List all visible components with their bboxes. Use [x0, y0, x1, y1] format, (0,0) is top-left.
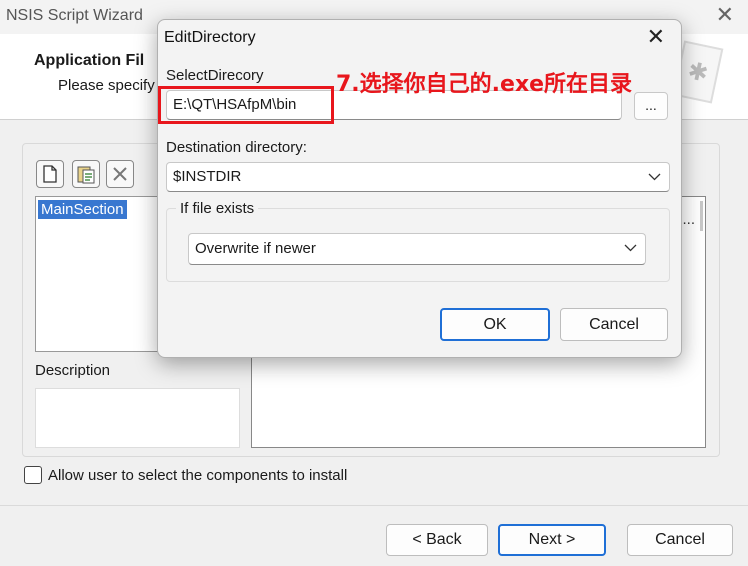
page-title: Application Fil — [34, 52, 145, 69]
chevron-down-icon[interactable] — [624, 234, 637, 252]
if-file-exists-label: If file exists — [176, 200, 259, 217]
add-files-button[interactable] — [72, 160, 100, 188]
description-box — [35, 388, 240, 448]
wizard-title: NSIS Script Wizard — [6, 7, 143, 24]
destination-directory-combo[interactable]: $INSTDIR — [166, 162, 670, 192]
dialog-close-icon[interactable]: ✕ — [647, 26, 665, 48]
clipboard-paste-icon — [77, 166, 95, 184]
if-file-exists-value: Overwrite if newer — [195, 240, 316, 257]
files-list-ellipsis: ... — [682, 211, 695, 228]
delete-x-icon — [113, 167, 127, 181]
annotation-highlight-box — [158, 86, 334, 124]
footer-divider — [0, 505, 748, 506]
cancel-button[interactable]: Cancel — [627, 524, 733, 556]
wizard-close-icon[interactable]: ✕ — [716, 4, 734, 26]
list-item[interactable]: MainSection — [38, 200, 127, 219]
back-button[interactable]: < Back — [386, 524, 488, 556]
page-subtitle: Please specify — [58, 77, 155, 94]
browse-button[interactable]: ... — [634, 92, 668, 120]
allow-user-select-label[interactable]: Allow user to select the components to i… — [48, 467, 347, 484]
ok-button[interactable]: OK — [440, 308, 550, 341]
delete-button[interactable] — [106, 160, 134, 188]
if-file-exists-select[interactable]: Overwrite if newer — [188, 233, 646, 265]
chevron-down-icon[interactable] — [648, 163, 661, 181]
destination-directory-label: Destination directory: — [166, 139, 307, 156]
new-section-button[interactable] — [36, 160, 64, 188]
dialog-title: EditDirectory — [164, 29, 256, 46]
description-label: Description — [35, 362, 111, 379]
files-list-scrollbar[interactable] — [700, 201, 703, 231]
dialog-cancel-button[interactable]: Cancel — [560, 308, 668, 341]
new-document-icon — [43, 165, 57, 183]
select-directory-label: SelectDirecory — [166, 67, 264, 84]
allow-user-select-checkbox[interactable] — [24, 466, 42, 484]
destination-directory-value: $INSTDIR — [173, 168, 242, 185]
annotation-text: 7.选择你自己的.exe所在目录 — [336, 72, 633, 97]
next-button[interactable]: Next > — [498, 524, 606, 556]
